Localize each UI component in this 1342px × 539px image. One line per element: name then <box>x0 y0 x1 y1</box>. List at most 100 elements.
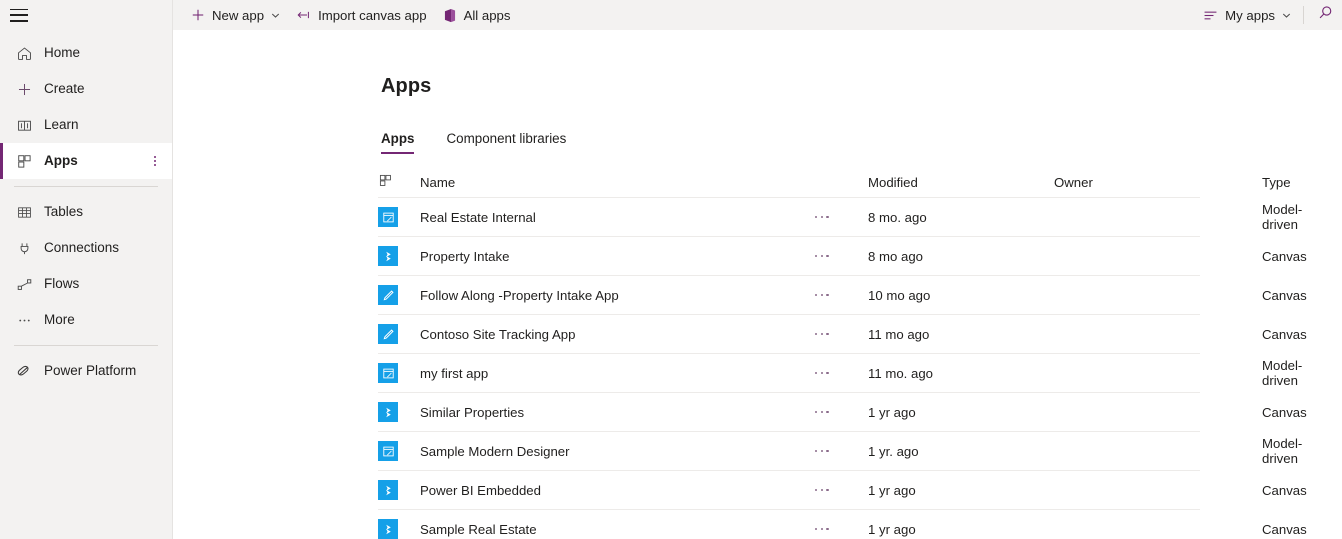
row-more-commands-icon[interactable] <box>815 488 829 492</box>
import-canvas-app-button[interactable]: Import canvas app <box>288 0 435 30</box>
table-row[interactable]: Sample Real Estate 1 yr ago Canvas <box>378 510 1307 539</box>
app-type-cell: Model-driven <box>1262 436 1303 466</box>
row-more-commands-icon[interactable] <box>815 410 829 414</box>
app-icon-cell <box>378 480 420 500</box>
app-icon-cell <box>378 363 420 383</box>
row-more-commands-icon[interactable] <box>815 527 829 531</box>
new-app-button[interactable]: New app <box>183 0 288 30</box>
app-name-cell[interactable]: Similar Properties <box>420 405 815 420</box>
sidebar-item-create[interactable]: Create <box>0 71 172 107</box>
apps-table: Name Modified Owner Type Real Estate Int… <box>173 167 1342 539</box>
table-row[interactable]: Property Intake 8 mo ago Canvas <box>378 237 1307 276</box>
sidebar-item-flows[interactable]: Flows <box>0 266 172 302</box>
sidebar-item-label: Flows <box>44 276 80 292</box>
app-name-cell[interactable]: Sample Modern Designer <box>420 444 815 459</box>
column-header-modified[interactable]: Modified <box>868 175 1054 190</box>
model-driven-app-icon <box>378 441 398 461</box>
row-more-commands-icon[interactable] <box>815 371 829 375</box>
app-name-cell[interactable]: Power BI Embedded <box>420 483 815 498</box>
app-name-cell[interactable]: Follow Along -Property Intake App <box>420 288 815 303</box>
tab-label: Apps <box>381 130 415 146</box>
row-more-commands-icon[interactable] <box>815 293 829 297</box>
sidebar-item-apps[interactable]: Apps <box>0 143 172 179</box>
tab-list: Apps Component libraries <box>173 122 1342 155</box>
app-name-link[interactable]: Power BI Embedded <box>420 483 541 498</box>
sidebar-item-more-icon[interactable] <box>154 153 156 169</box>
app-name-link[interactable]: Property Intake <box>420 249 509 264</box>
column-header-owner[interactable]: Owner <box>1054 175 1262 190</box>
app-name-link[interactable]: Sample Real Estate <box>420 522 537 537</box>
app-type-cell: Canvas <box>1262 404 1307 420</box>
table-row[interactable]: Contoso Site Tracking App 11 mo ago Canvas <box>378 315 1307 354</box>
app-name-link[interactable]: Sample Modern Designer <box>420 444 570 459</box>
app-name-cell[interactable]: Sample Real Estate <box>420 522 815 537</box>
app-icon-cell <box>378 285 420 305</box>
row-more-commands-icon[interactable] <box>815 332 829 336</box>
app-icon-cell <box>378 324 420 344</box>
left-navigation: Home Create Learn Apps Tables Connection… <box>0 0 173 539</box>
app-type-cell: Model-driven <box>1262 202 1303 232</box>
sidebar-item-more[interactable]: More <box>0 302 172 338</box>
app-name-cell[interactable]: Property Intake <box>420 249 815 264</box>
app-modified-cell: 1 yr ago <box>868 521 916 537</box>
app-name-cell[interactable]: Real Estate Internal <box>420 210 815 225</box>
sidebar-item-connections[interactable]: Connections <box>0 230 172 266</box>
column-header-icon <box>378 173 420 191</box>
row-more-commands-icon[interactable] <box>815 215 829 219</box>
hamburger-icon[interactable] <box>10 8 28 22</box>
search-button[interactable] <box>1308 0 1342 30</box>
power-platform-icon <box>14 362 34 380</box>
table-row[interactable]: Real Estate Internal 8 mo. ago Model-drive… <box>378 198 1302 237</box>
sidebar-item-label: Apps <box>44 153 78 169</box>
plus-icon <box>191 8 205 22</box>
book-icon <box>14 116 34 134</box>
sidebar-item-label: Home <box>44 45 81 61</box>
table-header-row: Name Modified Owner Type <box>378 167 1291 198</box>
app-type-cell: Canvas <box>1262 248 1307 264</box>
canvas-app-icon <box>378 402 398 422</box>
canvas-app-icon <box>378 246 398 266</box>
all-apps-button[interactable]: All apps <box>435 0 519 30</box>
sidebar-item-tables[interactable]: Tables <box>0 194 172 230</box>
row-more-commands-icon[interactable] <box>815 449 829 453</box>
tab-apps[interactable]: Apps <box>381 130 415 155</box>
plug-icon <box>14 239 34 257</box>
app-modified-cell: 1 yr. ago <box>868 443 919 459</box>
app-icon-cell <box>378 246 420 266</box>
table-row[interactable]: my first app 11 mo. ago Model-driven <box>378 354 1302 393</box>
app-name-link[interactable]: Contoso Site Tracking App <box>420 327 575 342</box>
sidebar-item-learn[interactable]: Learn <box>0 107 172 143</box>
table-row[interactable]: Similar Properties 1 yr ago Canvas <box>378 393 1307 432</box>
sidebar-item-power-platform[interactable]: Power Platform <box>0 353 172 389</box>
apps-grid-icon <box>14 152 34 170</box>
main-region: New app Import canvas app All apps My ap… <box>173 0 1342 539</box>
app-name-link[interactable]: my first app <box>420 366 488 381</box>
app-name-link[interactable]: Follow Along -Property Intake App <box>420 288 619 303</box>
row-actions-cell <box>815 449 868 453</box>
app-type-cell: Canvas <box>1262 521 1307 537</box>
table-row[interactable]: Sample Modern Designer 1 yr. ago Model-dri… <box>378 432 1302 471</box>
table-row[interactable]: Power BI Embedded 1 yr ago Canvas <box>378 471 1307 510</box>
import-arrow-icon <box>296 8 311 22</box>
app-name-link[interactable]: Real Estate Internal <box>420 210 536 225</box>
app-icon-cell <box>378 519 420 539</box>
app-name-link[interactable]: Similar Properties <box>420 405 524 420</box>
app-name-cell[interactable]: my first app <box>420 366 815 381</box>
my-apps-filter-button[interactable]: My apps <box>1195 0 1299 30</box>
app-name-cell[interactable]: Contoso Site Tracking App <box>420 327 815 342</box>
power-apps-maker-portal: Home Create Learn Apps Tables Connection… <box>0 0 1342 539</box>
tab-component-libraries[interactable]: Component libraries <box>446 131 566 154</box>
app-modified-cell: 8 mo. ago <box>868 209 927 225</box>
column-header-type[interactable]: Type <box>1262 175 1291 190</box>
search-icon <box>1318 5 1333 25</box>
table-row[interactable]: Follow Along -Property Intake App 10 mo a… <box>378 276 1307 315</box>
page-title: Apps <box>381 75 432 97</box>
canvas-app-icon <box>378 519 398 539</box>
row-more-commands-icon[interactable] <box>815 254 829 258</box>
column-header-name[interactable]: Name <box>420 175 815 190</box>
sidebar-item-home[interactable]: Home <box>0 35 172 71</box>
command-bar-divider <box>1303 6 1304 24</box>
row-actions-cell <box>815 215 868 219</box>
ellipsis-icon <box>14 311 34 329</box>
filter-list-icon <box>1203 9 1218 22</box>
